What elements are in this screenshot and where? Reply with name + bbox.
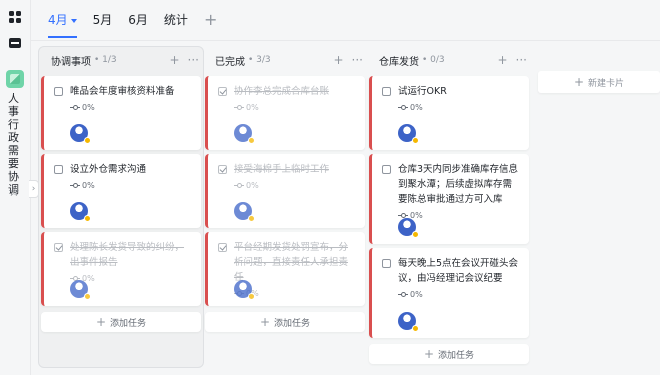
badge-icon [412, 137, 419, 144]
chevron-down-icon[interactable] [70, 18, 77, 23]
task-card[interactable]: 接受海棉手上临时工作 0% [205, 154, 365, 228]
plus-icon: + [95, 315, 107, 329]
grid-icon[interactable] [8, 10, 22, 24]
task-title: 处理陈长发货导致的纠纷，出事件报告 [70, 242, 185, 268]
avatar[interactable] [398, 218, 419, 238]
column-count: • 0/3 [422, 55, 445, 65]
task-title: 接受海棉手上临时工作 [234, 164, 330, 175]
more-icon[interactable]: ··· [188, 54, 199, 66]
new-card-button[interactable]: + 新建卡片 [538, 71, 660, 93]
task-progress: 0% [70, 274, 193, 283]
progress-icon [70, 182, 80, 189]
avatar[interactable] [70, 124, 91, 144]
avatar[interactable] [398, 124, 419, 144]
project-title: 人事行政需要协调 [8, 92, 19, 196]
column-header: 协调事项 • 1/3 + ··· [41, 48, 201, 72]
task-checkbox[interactable] [382, 259, 391, 268]
badge-icon [248, 293, 255, 300]
avatar[interactable] [70, 280, 91, 300]
task-title: 协作李总完成合库台账 [234, 86, 330, 97]
progress-icon [234, 182, 244, 189]
progress-icon [398, 104, 408, 111]
task-checkbox[interactable] [218, 243, 227, 252]
task-card[interactable]: 试运行OKR 0% [369, 76, 529, 150]
badge-icon [248, 137, 255, 144]
column-title: 已完成 [215, 56, 245, 68]
column-title: 仓库发货 [379, 56, 419, 68]
add-icon[interactable]: + [497, 54, 507, 66]
badge-icon [248, 215, 255, 222]
badge-icon [84, 215, 91, 222]
task-progress: 0% [70, 181, 193, 190]
add-icon[interactable]: + [169, 54, 179, 66]
more-icon[interactable]: ··· [352, 54, 363, 66]
task-checkbox[interactable] [218, 87, 227, 96]
badge-icon [84, 293, 91, 300]
task-progress: 0% [234, 103, 357, 112]
task-progress: 0% [234, 181, 357, 190]
task-card[interactable]: 设立外仓需求沟通 0% [41, 154, 201, 228]
task-card[interactable]: 每天晚上5点在会议开碰头会议，由冯经理记会议纪要 0% [369, 248, 529, 338]
task-progress: 0% [70, 103, 193, 112]
month-tabs: 4月 5月 6月 统计 + [48, 0, 217, 40]
column-header: 仓库发货 • 0/3 + ··· [369, 48, 529, 72]
avatar[interactable] [234, 202, 255, 222]
avatar[interactable] [234, 124, 255, 144]
task-checkbox[interactable] [382, 165, 391, 174]
plus-icon: + [259, 315, 271, 329]
add-task-button[interactable]: + 添加任务 [41, 312, 201, 332]
folder-icon[interactable] [8, 36, 22, 50]
tab-april[interactable]: 4月 [48, 0, 77, 40]
task-card[interactable]: 处理陈长发货导致的纠纷，出事件报告 0% [41, 232, 201, 306]
task-checkbox[interactable] [54, 243, 63, 252]
column-count: • 1/3 [94, 55, 117, 65]
badge-icon [84, 137, 91, 144]
task-title: 仓库3天内同步准确库存信息到聚水潭；后续虚拟库存需要陈总审批通过方可入库 [398, 164, 519, 205]
column-header: 已完成 • 3/3 + ··· [205, 48, 365, 72]
progress-icon [70, 104, 80, 111]
plus-icon: + [573, 75, 585, 89]
star-icon[interactable]: ☆ [8, 186, 20, 200]
column-count: • 3/3 [248, 55, 271, 65]
task-checkbox[interactable] [54, 165, 63, 174]
app-icon[interactable] [6, 70, 24, 88]
column-warehouse: 仓库发货 • 0/3 + ··· 试运行OKR 0% 仓库3天内同步准确库存信息到… [369, 48, 529, 364]
add-task-button[interactable]: + 添加任务 [369, 344, 529, 364]
task-checkbox[interactable] [382, 87, 391, 96]
task-title: 每天晚上5点在会议开碰头会议，由冯经理记会议纪要 [398, 258, 519, 284]
task-progress: 0% [398, 290, 521, 299]
left-rail: 人事行政需要协调 ☆ [0, 0, 30, 375]
task-progress: 0% [398, 103, 521, 112]
task-title: 设立外仓需求沟通 [70, 164, 147, 175]
task-progress: 0% [398, 211, 521, 220]
task-checkbox[interactable] [54, 87, 63, 96]
plus-icon: + [423, 347, 435, 361]
progress-icon [398, 291, 408, 298]
column-coordination: 协调事项 • 1/3 + ··· 唯品会年度审核资料准备 0% 设立外仓需求沟通 … [41, 48, 201, 332]
avatar[interactable] [70, 202, 91, 222]
add-tab-button[interactable]: + [204, 0, 217, 40]
badge-icon [412, 231, 419, 238]
tab-june[interactable]: 6月 [128, 0, 148, 40]
add-task-button[interactable]: + 添加任务 [205, 312, 365, 332]
tab-may[interactable]: 5月 [93, 0, 113, 40]
avatar[interactable] [398, 312, 419, 332]
tabs-divider [31, 40, 660, 41]
avatar[interactable] [234, 280, 255, 300]
progress-icon [234, 104, 244, 111]
badge-icon [412, 325, 419, 332]
task-card[interactable]: 仓库3天内同步准确库存信息到聚水潭；后续虚拟库存需要陈总审批通过方可入库 0% [369, 154, 529, 244]
task-card[interactable]: 唯品会年度审核资料准备 0% [41, 76, 201, 150]
task-title: 唯品会年度审核资料准备 [70, 86, 175, 97]
add-icon[interactable]: + [333, 54, 343, 66]
task-card[interactable]: 平台经期发货处罚宣布，分析问题，直接责任人承担责任 0% [205, 232, 365, 306]
tab-stats[interactable]: 统计 [164, 0, 188, 40]
task-title: 试运行OKR [398, 86, 447, 97]
task-title: 平台经期发货处罚宣布，分析问题，直接责任人承担责任 [234, 242, 349, 283]
column-completed: 已完成 • 3/3 + ··· 协作李总完成合库台账 0% 接受海棉手上临时工作 … [205, 48, 365, 332]
task-card[interactable]: 协作李总完成合库台账 0% [205, 76, 365, 150]
column-title: 协调事项 [51, 56, 91, 68]
task-checkbox[interactable] [218, 165, 227, 174]
more-icon[interactable]: ··· [516, 54, 527, 66]
